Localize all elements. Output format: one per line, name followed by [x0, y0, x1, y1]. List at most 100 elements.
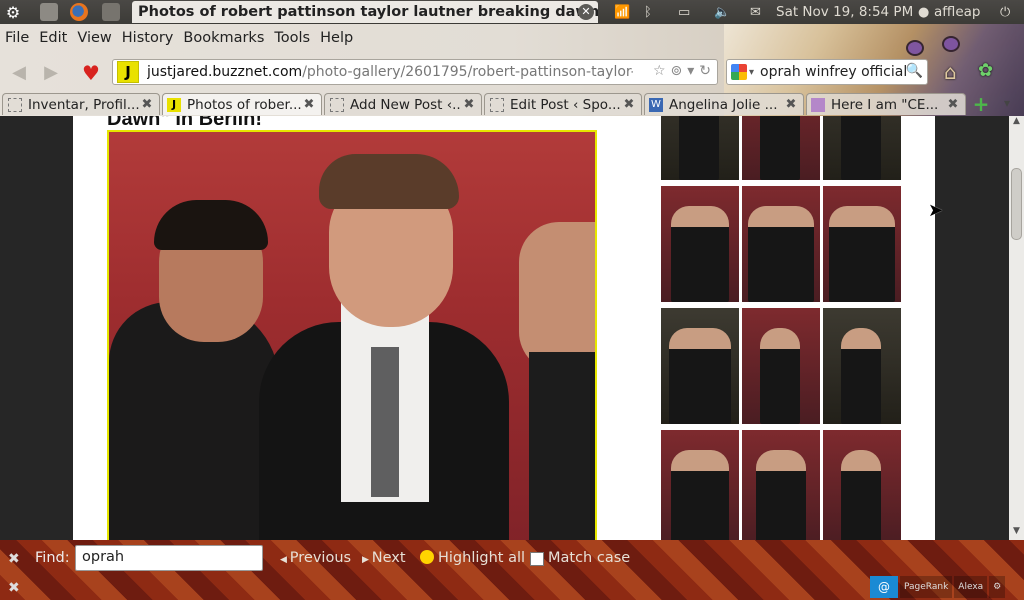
- power-icon[interactable]: ⏻: [1000, 0, 1010, 24]
- scroll-down-icon[interactable]: ▼: [1009, 526, 1024, 540]
- bluetooth-icon[interactable]: ᛒ: [644, 0, 652, 24]
- menu-history[interactable]: History: [117, 30, 179, 46]
- gallery-thumbnail[interactable]: [661, 308, 739, 424]
- site-favicon-icon: J: [117, 61, 139, 83]
- find-next-button[interactable]: ▶ Next: [362, 550, 406, 566]
- google-search-engine-icon[interactable]: [731, 64, 747, 80]
- search-icon[interactable]: 🔍: [906, 63, 923, 79]
- addon-icon[interactable]: ✿: [978, 60, 1002, 84]
- vertical-scrollbar[interactable]: ▲ ▼: [1009, 116, 1024, 540]
- battery-icon[interactable]: ▭: [678, 0, 690, 24]
- gallery-thumbnail[interactable]: [823, 308, 901, 424]
- url-bar[interactable]: J justjared.buzznet.com/photo-gallery/26…: [112, 59, 718, 85]
- user-name[interactable]: affleap: [934, 0, 980, 24]
- tab-here-i-am[interactable]: Here I am "CE... ✖: [806, 93, 966, 115]
- gallery-thumbnail[interactable]: [823, 186, 901, 302]
- find-input[interactable]: oprah: [75, 545, 263, 571]
- ubuntu-logo-icon[interactable]: ⚙: [3, 0, 23, 24]
- menu-tools[interactable]: Tools: [269, 30, 315, 46]
- gallery-thumbnail[interactable]: [742, 308, 820, 424]
- tab-add-new-post[interactable]: Add New Post ‹... ✖: [324, 93, 482, 115]
- match-case-checkbox[interactable]: [530, 552, 544, 566]
- menu-file[interactable]: File: [0, 30, 34, 46]
- tab-photos[interactable]: J Photos of rober... ✖: [162, 93, 322, 115]
- page-content[interactable]: Dawn" In Berlin! ➤: [0, 116, 1009, 540]
- find-previous-button[interactable]: ◀ Previous: [280, 550, 351, 566]
- menu-edit[interactable]: Edit: [34, 30, 72, 46]
- photo-person-right-face: [519, 222, 595, 372]
- search-engine-dropdown-icon[interactable]: ▾: [749, 67, 754, 78]
- persona-eye-right: [942, 36, 960, 52]
- search-input[interactable]: oprah winfrey official t: [760, 64, 906, 80]
- blank-page-icon: [490, 97, 504, 112]
- navigation-toolbar: ◀ ▶ ♥ J justjared.buzznet.com/photo-gall…: [0, 52, 1024, 92]
- tab-close-icon[interactable]: ✖: [462, 97, 476, 112]
- url-text[interactable]: justjared.buzznet.com/photo-gallery/2601…: [147, 64, 633, 80]
- new-tab-icon[interactable]: +: [972, 94, 990, 114]
- blank-page-icon: [330, 97, 344, 112]
- tab-angelina-jolie[interactable]: W Angelina Jolie ... ✖: [644, 93, 804, 115]
- scrollbar-thumb[interactable]: [1011, 168, 1022, 240]
- forward-button[interactable]: ▶: [40, 62, 62, 84]
- highlight-all-button[interactable]: Highlight all: [420, 550, 525, 566]
- at-sign-icon[interactable]: @: [870, 576, 898, 598]
- tab-list-dropdown-icon[interactable]: ▾: [1004, 96, 1010, 110]
- tab-close-icon[interactable]: ✖: [946, 97, 960, 112]
- find-bar-close-icon[interactable]: ✖: [8, 551, 20, 567]
- firefox-icon[interactable]: [70, 3, 88, 21]
- wiki-favicon-icon: W: [649, 97, 663, 112]
- tab-inventar[interactable]: Inventar, Profil... ✖: [2, 93, 160, 115]
- user-status-icon[interactable]: ●: [918, 0, 929, 24]
- wifi-icon[interactable]: 📶: [614, 0, 630, 24]
- gallery-thumbnail[interactable]: [742, 116, 820, 180]
- main-photo[interactable]: [107, 130, 597, 540]
- home-icon[interactable]: ⌂: [944, 60, 966, 84]
- tab-label: Inventar, Profil...: [28, 96, 140, 113]
- gallery-thumbnail[interactable]: [823, 116, 901, 180]
- tab-edit-post[interactable]: Edit Post ‹ Spo... ✖: [484, 93, 642, 115]
- tab-close-icon[interactable]: ✖: [302, 97, 316, 112]
- url-dropdown-icon[interactable]: ▾: [687, 63, 694, 79]
- menu-bar: File Edit View History Bookmarks Tools H…: [0, 24, 358, 52]
- clock[interactable]: Sat Nov 19, 8:54 PM: [776, 0, 913, 24]
- menu-bookmarks[interactable]: Bookmarks: [178, 30, 269, 46]
- tab-close-icon[interactable]: ✖: [140, 97, 154, 112]
- window-close-icon[interactable]: ✕: [578, 4, 594, 20]
- page-favicon-icon: [811, 97, 825, 112]
- gallery-thumbnail[interactable]: [661, 430, 739, 540]
- search-bar[interactable]: ▾ oprah winfrey official t 🔍: [726, 59, 928, 85]
- justjared-favicon-icon: J: [167, 97, 181, 112]
- previous-arrow-icon: ◀: [280, 555, 290, 565]
- gallery-thumbnail[interactable]: [742, 186, 820, 302]
- scroll-up-icon[interactable]: ▲: [1009, 116, 1024, 130]
- menu-view[interactable]: View: [72, 30, 116, 46]
- favorite-heart-icon[interactable]: ♥: [80, 62, 102, 84]
- volume-icon[interactable]: 🔈: [714, 0, 730, 24]
- tab-label: Angelina Jolie ...: [669, 96, 778, 113]
- settings-gear-icon[interactable]: ⚙: [989, 576, 1006, 598]
- menu-help[interactable]: Help: [315, 30, 358, 46]
- status-close-icon[interactable]: ✖: [8, 580, 20, 596]
- bookmark-star-icon[interactable]: ☆: [653, 63, 666, 79]
- rss-icon[interactable]: ⊚: [671, 63, 683, 79]
- pagerank-widget[interactable]: PageRank: [900, 576, 953, 598]
- find-bar: ✖ Find: oprah ◀ Previous ▶ Next Highligh…: [0, 540, 1024, 600]
- gallery-thumbnail[interactable]: [742, 430, 820, 540]
- tab-label: Here I am "CE...: [831, 96, 939, 113]
- tab-close-icon[interactable]: ✖: [784, 97, 798, 112]
- gallery-thumbnail[interactable]: [823, 430, 901, 540]
- gallery-thumbnail[interactable]: [661, 186, 739, 302]
- gallery-thumbnail[interactable]: [661, 116, 739, 180]
- reload-icon[interactable]: ↻: [699, 63, 711, 79]
- alexa-widget[interactable]: Alexa: [954, 576, 988, 598]
- highlighter-icon: [420, 550, 434, 564]
- find-label: Find:: [35, 550, 70, 566]
- photo-person-center-tie: [371, 347, 399, 497]
- tab-bar: Inventar, Profil... ✖ J Photos of rober.…: [0, 92, 1024, 116]
- tab-close-icon[interactable]: ✖: [622, 97, 636, 112]
- app-launcher-icon[interactable]: [102, 3, 120, 21]
- match-case-label[interactable]: Match case: [548, 550, 630, 566]
- mail-icon[interactable]: ✉: [750, 0, 761, 24]
- text-editor-icon[interactable]: [40, 3, 58, 21]
- back-button[interactable]: ◀: [8, 62, 30, 84]
